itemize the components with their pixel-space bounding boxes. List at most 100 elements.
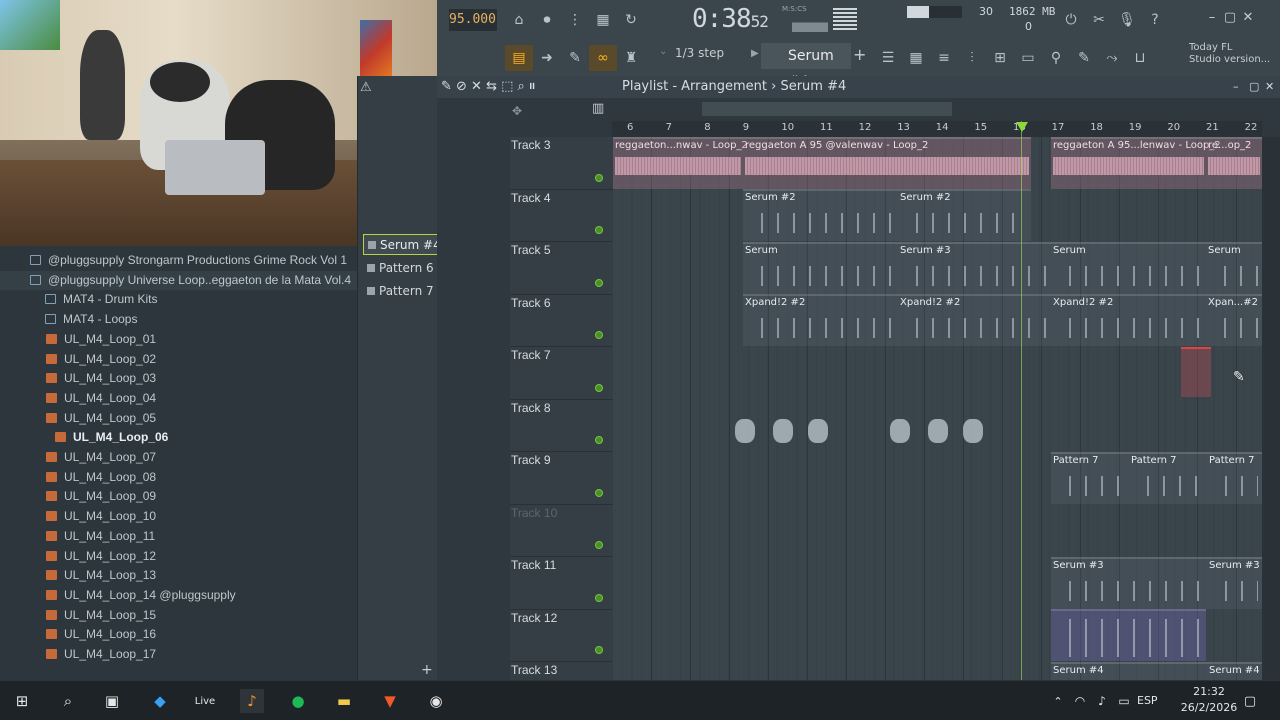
browser-item[interactable]: UL_M4_Loop_15 — [0, 606, 357, 626]
system-clock[interactable]: 21:32 26/2/2026 — [1180, 684, 1238, 716]
browser-item[interactable]: MAT4 - Loops — [0, 310, 357, 330]
piano-roll-icon[interactable]: ▦ — [902, 45, 930, 71]
audio-clip[interactable]: reggaeton A 95 @valenwav - Loop_2 — [743, 137, 1031, 189]
news-panel[interactable]: Today FL Studio version... — [1189, 42, 1277, 66]
toolbar-tool-icon[interactable]: ⚠ — [360, 80, 382, 102]
browser-item[interactable]: UL_M4_Loop_09 — [0, 487, 357, 507]
browser-item[interactable]: UL_M4_Loop_14 @pluggsupply — [0, 586, 357, 606]
audio-slice[interactable] — [890, 419, 910, 443]
pattern-clip[interactable]: Xpand!2 #2 — [1051, 294, 1206, 346]
pattern-clip[interactable]: Xpand!2 #2 — [898, 294, 1051, 346]
track-mute-led[interactable] — [595, 226, 603, 234]
metronome-icon[interactable]: ⌂ — [505, 7, 533, 33]
audio-slice[interactable] — [963, 419, 983, 443]
pattern-clip[interactable]: Xpan...#2 — [1206, 294, 1262, 346]
search-icon[interactable]: ⌕ — [56, 689, 80, 713]
pattern-clip[interactable]: Xpand!2 #2 — [743, 294, 898, 346]
browser-item[interactable]: UL_M4_Loop_10 — [0, 507, 357, 527]
audio-slice[interactable] — [735, 419, 755, 443]
fl-studio-icon[interactable]: ♪ — [240, 689, 264, 713]
browser-item[interactable]: UL_M4_Loop_03 — [0, 369, 357, 389]
track-mute-led[interactable] — [595, 331, 603, 339]
pattern-prev-icon[interactable]: ▶ — [751, 48, 759, 59]
brave-icon[interactable]: ▼ — [378, 689, 402, 713]
browser-item[interactable]: UL_M4_Loop_12 — [0, 547, 357, 567]
pattern-clip[interactable]: Serum — [743, 242, 898, 294]
live-app[interactable]: Live — [193, 689, 217, 713]
mixer-icon[interactable]: ⫶ — [958, 45, 986, 71]
maximize-button[interactable]: ▢ — [1222, 10, 1238, 26]
pattern-clip[interactable]: Serum #3 — [898, 242, 1051, 294]
pattern-picker-icon[interactable]: ▥ — [592, 101, 604, 116]
browser-item[interactable]: @pluggsupply Strongarm Productions Grime… — [0, 251, 357, 271]
track-mute-led[interactable] — [595, 593, 603, 602]
audio-slice[interactable] — [928, 419, 948, 443]
pattern-clip[interactable]: Serum #3 — [1051, 557, 1207, 609]
add-pattern-icon[interactable]: + — [853, 45, 866, 64]
project-icon[interactable]: ▭ — [1014, 45, 1042, 71]
timeline-ruler[interactable]: 6 7 8 9 10 11 12 13 14 15 16 17 18 19 20 21 22 — [612, 121, 1262, 137]
task-view-icon[interactable]: ▣ — [100, 689, 124, 713]
track-mute-led[interactable] — [595, 383, 603, 392]
browser-item[interactable]: UL_M4_Loop_02 — [0, 350, 357, 370]
browser-item[interactable]: UL_M4_Loop_13 — [0, 566, 357, 586]
close-button[interactable]: ✕ — [1240, 10, 1256, 26]
wifi-icon[interactable]: ◠ — [1068, 689, 1092, 713]
track-header[interactable]: Track 9 — [510, 452, 613, 505]
browser-item[interactable]: UL_M4_Loop_05 — [0, 409, 357, 429]
audio-clip[interactable]: reggaeton...nwav - Loop_2 — [613, 137, 748, 189]
track-header[interactable]: Track 12 — [510, 610, 613, 662]
tempo-tap-icon[interactable]: ⤳ — [1098, 45, 1126, 71]
loop-record-icon[interactable]: ↻ — [617, 7, 645, 33]
track-header[interactable]: Track 4 — [510, 190, 613, 242]
volume-icon[interactable]: ♪ — [1090, 689, 1114, 713]
track-mute-led[interactable] — [595, 541, 603, 549]
countdown-icon[interactable]: ⋮ — [561, 7, 589, 33]
playlist-view-icon[interactable]: ▤ — [505, 45, 533, 71]
track-header[interactable]: Track 7 — [510, 347, 613, 400]
playhead-marker[interactable] — [1016, 122, 1028, 132]
arrow-right-icon[interactable]: ➜ — [533, 45, 561, 71]
wait-record-icon[interactable]: ⏺ — [533, 7, 561, 33]
browser-item[interactable]: UL_M4_Loop_01 — [0, 330, 357, 350]
copilot-icon[interactable]: ◆ — [148, 689, 172, 713]
minimize-button[interactable]: – — [1204, 10, 1220, 26]
notification-icon[interactable]: ▢ — [1238, 689, 1262, 713]
power-icon[interactable]: ⏻ — [1057, 7, 1085, 33]
windows-start-icon[interactable]: ⊞ — [10, 689, 34, 713]
track-mute-led[interactable] — [595, 173, 603, 182]
obs-icon[interactable]: ◉ — [424, 689, 448, 713]
scissors-icon[interactable]: ✂ — [1085, 7, 1113, 33]
tools-icon[interactable]: ✎ — [1070, 45, 1098, 71]
track-header[interactable]: Track 10 — [510, 505, 613, 557]
file-explorer-icon[interactable]: ▬ — [332, 689, 356, 713]
browser-item[interactable]: @pluggsupply Universe Loop..eggaeton de … — [0, 270, 357, 291]
audio-clip[interactable]: reggaeton A 95...lenwav - Loop_2 — [1051, 137, 1221, 189]
track-mute-led[interactable] — [595, 436, 603, 444]
track-header[interactable]: Track 8 — [510, 400, 613, 452]
browser-item[interactable]: UL_M4_Loop_11 — [0, 527, 357, 547]
pattern-clip[interactable] — [1051, 609, 1206, 661]
track-mute-led[interactable] — [595, 488, 603, 497]
browser-item[interactable]: UL_M4_Loop_04 — [0, 389, 357, 409]
browser-item[interactable]: UL_M4_Loop_07 — [0, 448, 357, 468]
pattern-clip[interactable]: Serum #4 — [1051, 662, 1207, 680]
vertical-scrollbar[interactable] — [1262, 137, 1280, 680]
snap-selector[interactable]: 1/3 step — [675, 46, 724, 60]
audio-clip[interactable]: re...op_2 — [1206, 137, 1262, 189]
audio-slice[interactable] — [808, 419, 828, 443]
stamp-icon[interactable]: ♜ — [617, 45, 645, 71]
browser-item[interactable]: UL_M4_Loop_17 — [0, 645, 357, 665]
pattern-clip[interactable]: Serum #4 — [1207, 662, 1262, 680]
playlist-minimize-button[interactable]: – — [1233, 76, 1239, 98]
audio-slice[interactable] — [773, 419, 793, 443]
pattern-clip[interactable]: Serum #2 — [898, 189, 1031, 241]
playlist-icon[interactable]: ☰ — [874, 45, 902, 71]
spotify-icon[interactable]: ● — [286, 689, 310, 713]
playlist-close-button[interactable]: ✕ — [1265, 76, 1274, 98]
channel-rack-icon[interactable]: ≡ — [930, 45, 958, 71]
horizontal-scrollbar[interactable] — [702, 102, 952, 116]
pattern-clip[interactable]: Serum #3 — [1207, 557, 1262, 609]
browser-item[interactable]: UL_M4_Loop_08 — [0, 468, 357, 488]
pattern-clip[interactable]: Serum #2 — [743, 189, 898, 241]
